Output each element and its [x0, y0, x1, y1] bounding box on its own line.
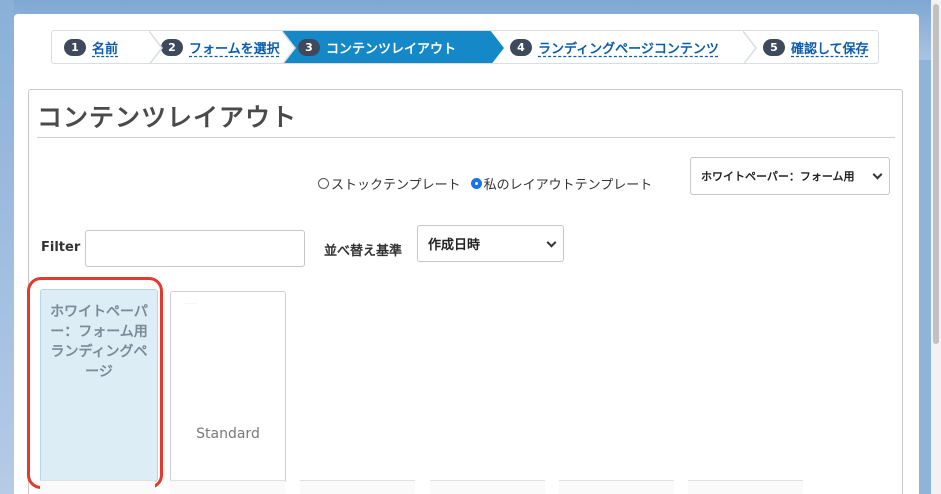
chevron-down-icon	[872, 169, 883, 180]
radio-my-layout-template[interactable]: 私のレイアウトテンプレート	[470, 174, 653, 193]
chevron-right-icon	[281, 31, 296, 63]
step-number: 5	[763, 38, 785, 56]
wizard-step-name[interactable]: 1 名前	[52, 31, 163, 63]
template-tile-placeholder	[430, 480, 545, 494]
step-label: ランディングページコンテンツ	[538, 41, 719, 57]
sort-select[interactable]: 作成日時	[417, 225, 564, 262]
template-source-radios: ストックテンプレート 私のレイアウトテンプレート	[318, 174, 662, 193]
template-tile-placeholder	[559, 480, 674, 494]
page-background-left	[0, 0, 14, 494]
tile-label: Standard	[196, 426, 260, 442]
chevron-right-icon	[148, 31, 163, 63]
template-tile-placeholder	[688, 480, 803, 494]
radio-label: ストックテンプレート	[331, 178, 461, 193]
step-label: 確認して保存	[791, 41, 869, 57]
wizard-step-landing-page-content[interactable]: 4 ランディングページコンテンツ	[490, 31, 757, 63]
wizard-step-content-layout[interactable]: 3 コンテンツレイアウト	[282, 31, 504, 63]
chevron-right-icon	[742, 31, 757, 63]
sort-label: 並べ替え基準	[324, 244, 403, 259]
wizard-step-review-save[interactable]: 5 確認して保存	[743, 31, 878, 63]
chevron-down-icon	[546, 237, 557, 248]
radio-stock-template[interactable]: ストックテンプレート	[318, 174, 461, 193]
chevron-right-icon	[490, 31, 504, 63]
radio-circle-icon[interactable]	[318, 178, 329, 189]
template-tile-placeholder	[40, 480, 155, 494]
step-label: フォームを選択	[189, 41, 280, 57]
filter-input[interactable]	[85, 230, 305, 267]
template-tile-standard[interactable]: ············· Standard	[170, 291, 286, 483]
scrollbar-thumb[interactable]	[933, 4, 939, 344]
template-select[interactable]: ホワイトペーパー：フォーム用	[690, 157, 890, 195]
step-number: 2	[161, 38, 183, 56]
page-title: コンテンツレイアウト	[37, 103, 298, 132]
filter-label: Filter	[41, 240, 81, 255]
step-number: 3	[298, 38, 320, 56]
radio-label: 私のレイアウトテンプレート	[483, 178, 653, 193]
selection-highlight	[27, 277, 163, 489]
step-label: 名前	[92, 41, 119, 57]
thumbnail-preview: ·············	[185, 301, 198, 305]
wizard-step-select-form[interactable]: 2 フォームを選択	[149, 31, 296, 63]
radio-circle-icon[interactable]	[470, 178, 482, 189]
divider	[37, 137, 895, 138]
select-value: ホワイトペーパー：フォーム用	[701, 170, 855, 183]
step-number: 4	[510, 38, 532, 56]
wizard-steps: 1 名前 2 フォームを選択 3 コンテンツレイアウト 4 ランディングページコ…	[51, 30, 879, 64]
template-tile-placeholder	[170, 480, 285, 494]
step-number: 1	[64, 38, 86, 56]
scrollbar[interactable]	[931, 0, 941, 494]
step-label: コンテンツレイアウト	[326, 41, 457, 57]
select-value: 作成日時	[428, 238, 481, 253]
template-tile-placeholder	[300, 480, 415, 494]
